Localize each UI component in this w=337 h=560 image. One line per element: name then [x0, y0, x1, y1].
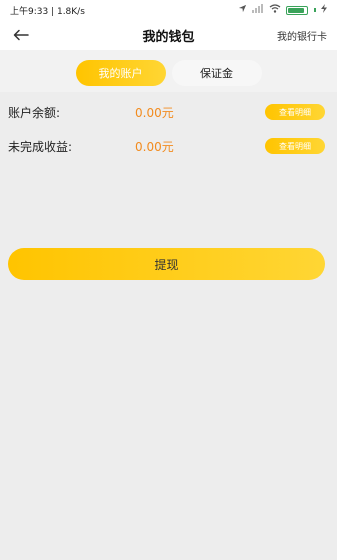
balance-label: 账户余额: [8, 105, 61, 120]
navigation-icon [238, 4, 247, 16]
page-title: 我的钱包 [142, 29, 195, 45]
status-bar: 上午9:33 | 1.8K/s [0, 0, 337, 20]
balance-row-account: 账户余额: 0.00元 查看明细 [0, 95, 337, 129]
battery-tip [314, 8, 316, 12]
wifi-icon [269, 4, 281, 16]
battery-icon [286, 5, 308, 15]
back-button[interactable] [10, 24, 32, 46]
tab-deposit[interactable]: 保证金 [171, 60, 262, 86]
battery-level [288, 7, 305, 13]
tab-my-account[interactable]: 我的账户 [75, 60, 166, 86]
balance-value: 0.00元 [135, 105, 174, 120]
signal-icon [252, 4, 264, 16]
balance-list: 账户余额: 0.00元 查看明细 未完成收益: 0.00元 查看明细 [0, 95, 337, 163]
withdraw-button[interactable]: 提现 [8, 248, 325, 280]
status-icons [238, 4, 327, 16]
bank-card-link[interactable]: 我的银行卡 [277, 28, 327, 43]
back-arrow-icon [13, 26, 29, 45]
tab-bar: 我的账户 保证金 [0, 50, 337, 92]
pending-label: 未完成收益: [8, 139, 73, 154]
status-time: 上午9:33 | 1.8K/s [10, 6, 85, 17]
header: 我的钱包 我的银行卡 [0, 20, 337, 50]
view-details-button[interactable]: 查看明细 [265, 104, 325, 120]
view-details-button[interactable]: 查看明细 [265, 138, 325, 154]
balance-row-pending: 未完成收益: 0.00元 查看明细 [0, 129, 337, 163]
charging-icon [321, 4, 327, 16]
pending-value: 0.00元 [135, 139, 174, 154]
